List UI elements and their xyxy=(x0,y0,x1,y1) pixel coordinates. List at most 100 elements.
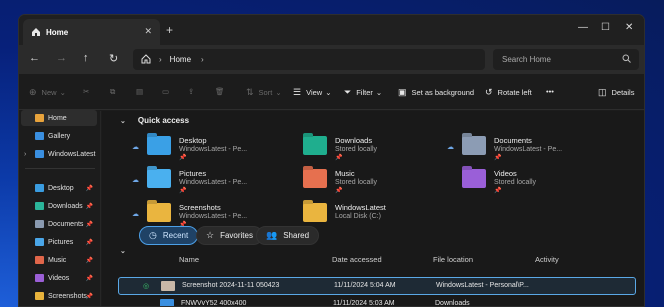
tab-favorites[interactable]: ☆ Favorites xyxy=(196,226,263,245)
sidebar-item-desktop[interactable]: Desktop 📌 xyxy=(19,180,99,196)
view-icon: ☰ xyxy=(293,87,302,97)
refresh-button[interactable]: ↻ xyxy=(109,52,118,65)
search-box[interactable]: Search Home xyxy=(493,49,639,70)
column-header-activity[interactable]: Activity xyxy=(535,255,559,264)
quick-access-item-documents[interactable]: ☁ Documents WindowsLatest - Pe... 📌 xyxy=(447,136,562,163)
image-thumbnail xyxy=(161,281,175,291)
minimize-button[interactable]: — xyxy=(578,22,588,33)
documents-folder-icon xyxy=(35,220,44,228)
back-button[interactable]: ← xyxy=(29,52,40,64)
sidebar-divider xyxy=(25,168,95,169)
sidebar-item-documents[interactable]: Documents 📌 xyxy=(19,216,99,232)
title-bar: Home ✕ + — ☐ ✕ xyxy=(19,15,644,45)
sidebar-item-pictures[interactable]: Pictures 📌 xyxy=(19,234,99,250)
table-row[interactable]: ◎ Screenshot 2024-11-11 050423 11/11/202… xyxy=(118,277,636,295)
sidebar-item-home[interactable]: Home xyxy=(21,110,97,126)
pictures-folder-icon xyxy=(147,169,171,188)
view-button[interactable]: ☰ View ⌄ xyxy=(293,87,332,98)
column-header-location[interactable]: File location xyxy=(433,255,473,264)
chevron-down-icon[interactable]: ⌄ xyxy=(120,247,126,255)
maximize-button[interactable]: ☐ xyxy=(601,22,610,33)
chevron-down-icon[interactable]: ⌄ xyxy=(120,117,126,125)
forward-button[interactable]: → xyxy=(56,52,67,64)
column-header-date[interactable]: Date accessed xyxy=(332,255,382,264)
new-button[interactable]: ⊕ New ⌄ xyxy=(29,87,66,98)
pictures-folder-icon xyxy=(35,238,44,246)
search-icon xyxy=(622,54,631,65)
filter-button[interactable]: ⏷ Filter ⌄ xyxy=(344,87,382,98)
sidebar-item-label: Pictures xyxy=(48,238,74,246)
item-location: Stored locally xyxy=(335,179,378,186)
column-header-name[interactable]: Name xyxy=(179,255,199,264)
up-button[interactable]: ↑ xyxy=(83,52,89,64)
quick-access-item-music[interactable]: Music Stored locally 📌 xyxy=(288,169,377,196)
chevron-right-icon[interactable]: › xyxy=(201,55,204,64)
sidebar-item-screenshots[interactable]: Screenshots 📌 xyxy=(19,288,99,304)
sidebar-item-label: Documents xyxy=(48,220,84,228)
chevron-right-icon[interactable]: › xyxy=(24,151,26,158)
cloud-sync-icon: ☁ xyxy=(132,144,139,151)
sidebar-item-gallery[interactable]: Gallery xyxy=(19,128,99,144)
file-explorer-window: Home ✕ + — ☐ ✕ ← → ↑ ↻ › Home › Search H… xyxy=(18,14,645,307)
sidebar-item-windowslatest-cloud[interactable]: › WindowsLatest xyxy=(19,146,99,162)
item-name: Desktop xyxy=(179,136,207,145)
quick-access-item-videos[interactable]: Videos Stored locally 📌 xyxy=(447,169,536,196)
more-options-button[interactable]: ••• xyxy=(546,87,554,96)
screenshots-folder-icon xyxy=(147,203,171,222)
quick-access-item-desktop[interactable]: ☁ Desktop WindowsLatest - Pe... 📌 xyxy=(132,136,247,163)
sidebar-item-music[interactable]: Music 📌 xyxy=(19,252,99,268)
files-section-toggle[interactable]: ⌄ xyxy=(120,247,138,255)
gallery-icon xyxy=(35,132,44,140)
downloads-folder-icon xyxy=(303,136,327,155)
pin-icon: 📌 xyxy=(335,188,343,194)
desktop-folder-icon xyxy=(35,184,44,192)
sort-button[interactable]: ⇅ Sort ⌄ xyxy=(246,87,282,98)
file-name: Screenshot 2024-11-11 050423 xyxy=(182,282,280,289)
sidebar-item-label: Videos xyxy=(48,274,70,282)
navigation-pane: Home Gallery › WindowsLatest Desktop 📌 Dow… xyxy=(19,110,101,306)
details-button[interactable]: ◫ Details xyxy=(598,87,634,98)
tab-shared[interactable]: 👥 Shared xyxy=(256,226,320,245)
pin-icon: 📌 xyxy=(85,239,93,246)
sidebar-item-downloads[interactable]: Downloads 📌 xyxy=(19,198,99,214)
table-row[interactable]: FNWVvY52 400x400 11/11/2024 5:03 AM Down… xyxy=(118,296,636,307)
share-icon[interactable]: ⇪ xyxy=(188,87,194,96)
sidebar-item-videos[interactable]: Videos 📌 xyxy=(19,270,99,286)
quick-access-item-downloads[interactable]: Downloads Stored locally 📌 xyxy=(288,136,377,163)
videos-folder-icon xyxy=(35,274,44,282)
item-name: WindowsLatest xyxy=(335,203,386,212)
rename-icon[interactable]: ▭ xyxy=(162,87,169,96)
home-icon xyxy=(35,114,44,122)
sync-status-icon: ◎ xyxy=(143,283,150,290)
copy-icon[interactable]: ⧉ xyxy=(110,87,115,97)
item-location: WindowsLatest - Pe... xyxy=(494,146,563,153)
pin-icon: 📌 xyxy=(85,275,93,282)
rotate-left-icon: ↺ xyxy=(485,87,493,97)
close-window-button[interactable]: ✕ xyxy=(625,22,633,33)
rotate-left-button[interactable]: ↺ Rotate left xyxy=(485,87,532,98)
tab-home[interactable]: Home ✕ xyxy=(23,19,160,45)
quick-access-header[interactable]: ⌄ Quick access xyxy=(120,116,189,125)
file-location: Downloads xyxy=(435,300,470,307)
set-as-background-button[interactable]: ▣ Set as background xyxy=(398,87,474,98)
cut-icon[interactable]: ✂ xyxy=(83,87,89,96)
pin-icon: 📌 xyxy=(85,293,93,300)
file-location: WindowsLatest - Personal\P... xyxy=(436,282,529,289)
item-name: Documents xyxy=(494,136,532,145)
cloud-sync-icon: ☁ xyxy=(132,177,139,184)
date-accessed: 11/11/2024 5:03 AM xyxy=(333,300,395,307)
paste-icon[interactable]: ▤ xyxy=(136,87,143,96)
downloads-folder-icon xyxy=(35,202,44,210)
quick-access-item-windowslatest[interactable]: WindowsLatest Local Disk (C:) xyxy=(288,203,386,222)
address-bar[interactable]: › Home › xyxy=(133,49,485,70)
tab-title: Home xyxy=(46,27,69,37)
breadcrumb-home[interactable]: Home xyxy=(170,55,191,64)
tab-recent[interactable]: ◷ Recent xyxy=(139,226,199,245)
cloud-sync-icon: ☁ xyxy=(132,211,139,218)
delete-icon[interactable]: 🗑 xyxy=(215,87,225,96)
quick-access-item-pictures[interactable]: ☁ Pictures WindowsLatest - Pe... 📌 xyxy=(132,169,247,196)
cloud-icon xyxy=(35,150,44,158)
new-tab-button[interactable]: + xyxy=(166,23,173,37)
close-tab-icon[interactable]: ✕ xyxy=(144,26,152,37)
item-name: Videos xyxy=(494,169,517,178)
